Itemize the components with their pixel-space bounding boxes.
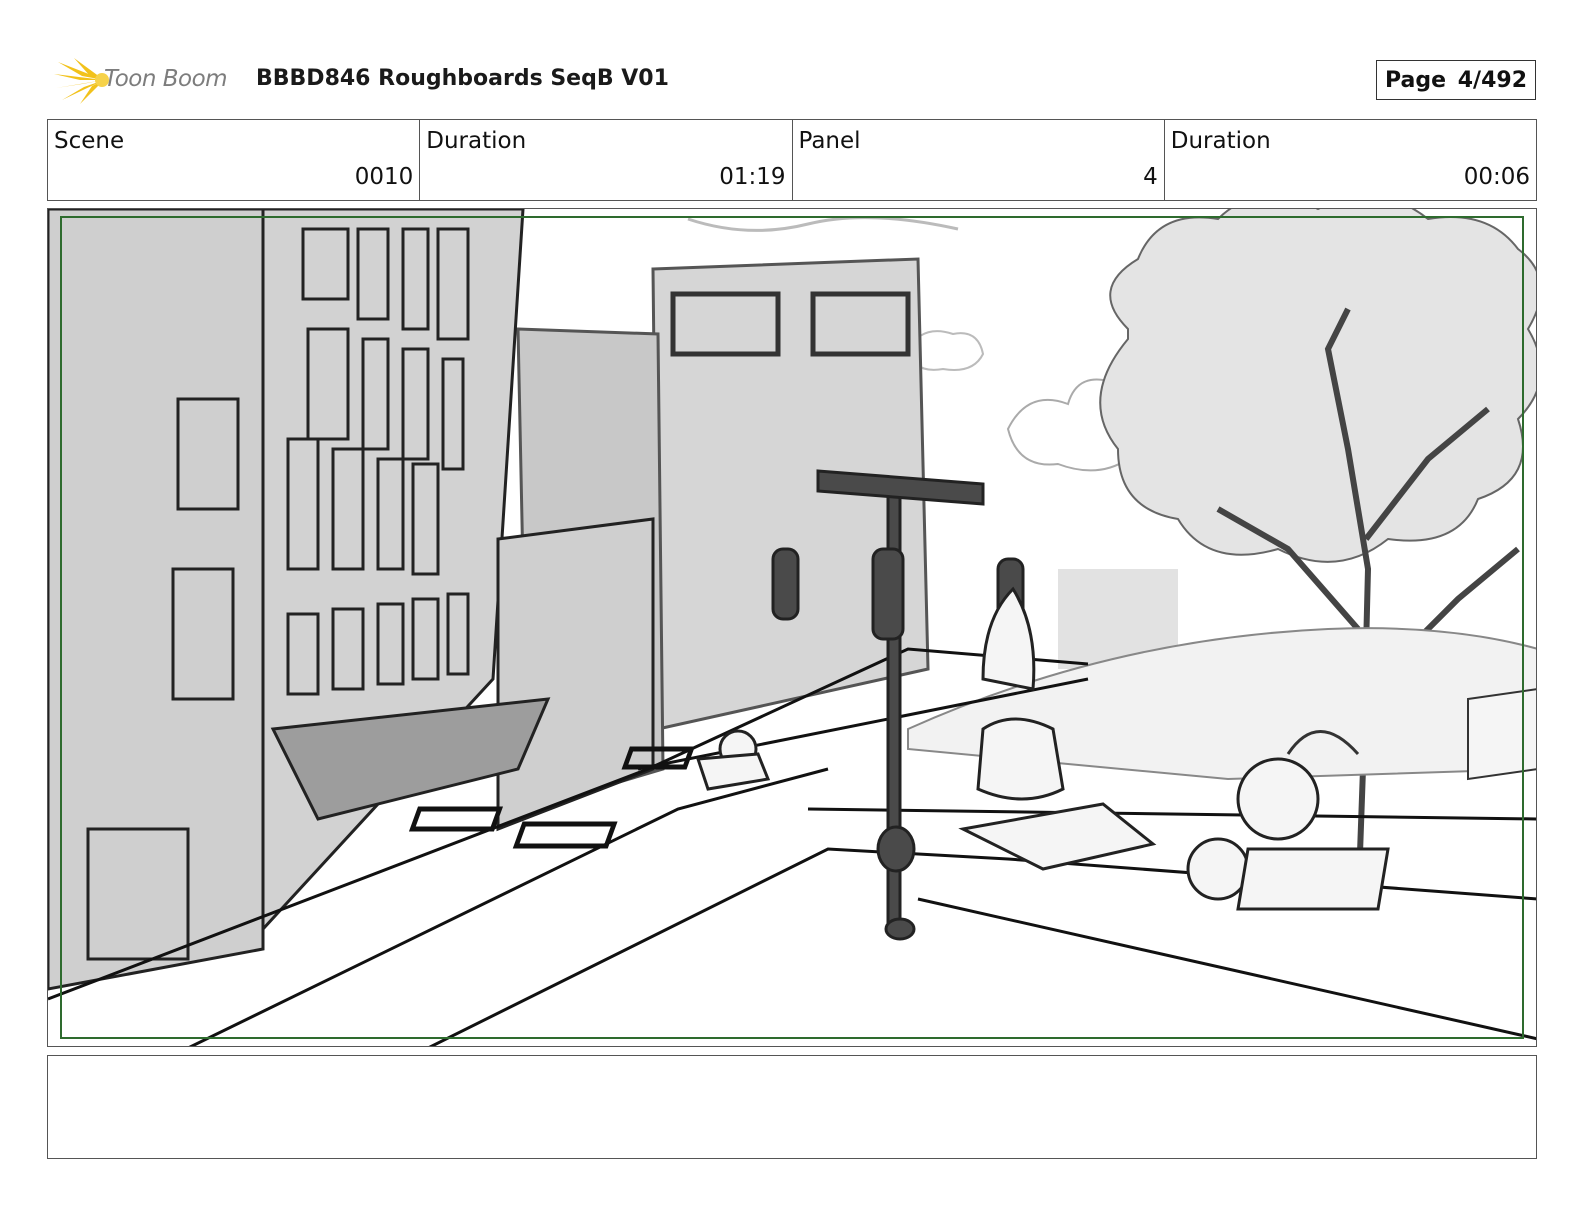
panel-duration-value: 00:06 — [1463, 164, 1530, 190]
panel-label: Panel — [798, 128, 861, 154]
logo-text: Toon Boom — [104, 66, 228, 92]
panel-duration-cell: Duration 00:06 — [1165, 120, 1536, 200]
panel-value: 4 — [1143, 164, 1158, 190]
scene-value: 0010 — [354, 164, 414, 190]
street-scene-sketch — [48, 209, 1536, 1046]
page-indicator: Page 4/492 — [1376, 60, 1536, 100]
scene-duration-cell: Duration 01:19 — [420, 120, 793, 200]
panel-cell: Panel 4 — [793, 120, 1165, 200]
document-title: BBBD846 Roughboards SeqB V01 — [256, 66, 669, 91]
scene-duration-label: Duration — [426, 128, 527, 154]
scene-duration-value: 01:19 — [719, 164, 786, 190]
scene-cell: Scene 0010 — [48, 120, 421, 200]
page-label: Page — [1385, 67, 1447, 93]
page-number: 4/492 — [1457, 67, 1527, 93]
panel-duration-label: Duration — [1170, 128, 1271, 154]
scene-label: Scene — [54, 128, 125, 154]
starburst-icon — [54, 58, 109, 104]
info-row: Scene 0010 Duration 01:19 Panel 4 Durati… — [47, 119, 1537, 201]
storyboard-panel — [47, 208, 1537, 1047]
dialogue-notes-box[interactable] — [47, 1055, 1537, 1159]
toon-boom-logo: Toon Boom — [52, 56, 242, 106]
